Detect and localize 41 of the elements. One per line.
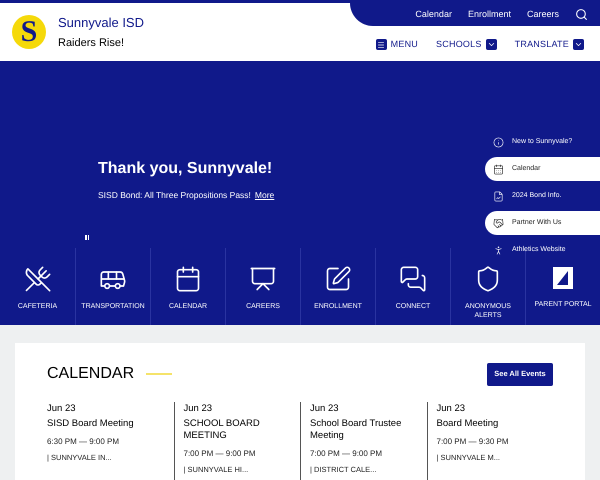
pause-button[interactable] (85, 235, 89, 240)
search-icon[interactable] (575, 8, 588, 21)
calendar-heading: CALENDAR (47, 364, 134, 384)
chat-bubbles-icon (399, 265, 427, 293)
school-logo[interactable]: S (12, 15, 46, 49)
event-title[interactable]: Board Meeting (436, 418, 545, 430)
event-time: 7:00 PM — 9:00 PM (310, 448, 384, 460)
event-title[interactable]: SISD Board Meeting (47, 418, 166, 430)
nav-button[interactable]: MENU (376, 38, 418, 52)
event-time: 7:00 PM — 9:00 PM (184, 448, 257, 460)
event-date: Jun 23 (310, 402, 340, 416)
school-name[interactable]: Sunnyvale ISD (58, 12, 144, 32)
pen-icon (324, 265, 352, 293)
portal-logo-icon (550, 265, 576, 291)
top-link[interactable]: Calendar (415, 8, 452, 22)
event-date: Jun 23 (47, 402, 77, 416)
menu-icon (376, 39, 387, 50)
hero-text: SISD Bond: All Three Propositions Pass! (98, 189, 251, 202)
chevron-down-icon (486, 39, 497, 50)
info-icon (493, 136, 504, 148)
tagline: Raiders Rise! (58, 36, 126, 51)
hero-title: Thank you, Sunnyvale! (98, 159, 272, 179)
more-link[interactable]: More (254, 189, 274, 202)
nav-button[interactable]: TRANSLATE (514, 38, 584, 52)
chart-document-icon (493, 190, 504, 202)
calendar-icon (493, 164, 504, 174)
event-date: Jun 23 (436, 402, 466, 416)
calendar-icon (174, 265, 202, 293)
event-date: Jun 23 (184, 402, 214, 416)
top-link[interactable]: Careers (526, 8, 559, 22)
event-title[interactable]: School Board Trustee Meeting (310, 418, 418, 442)
top-link[interactable]: Enrollment (468, 8, 511, 22)
person-icon (493, 244, 504, 256)
event-title[interactable]: SCHOOL BOARD MEETING (184, 418, 292, 442)
event-time: 6:30 PM — 9:00 PM (47, 436, 120, 448)
nav-button[interactable]: SCHOOLS (436, 38, 497, 52)
event-time: 7:00 PM — 9:30 PM (436, 436, 510, 448)
fork-knife-icon (24, 265, 52, 293)
chevron-down-icon (573, 39, 584, 50)
handshake-icon (493, 218, 504, 228)
presentation-icon (249, 265, 277, 293)
